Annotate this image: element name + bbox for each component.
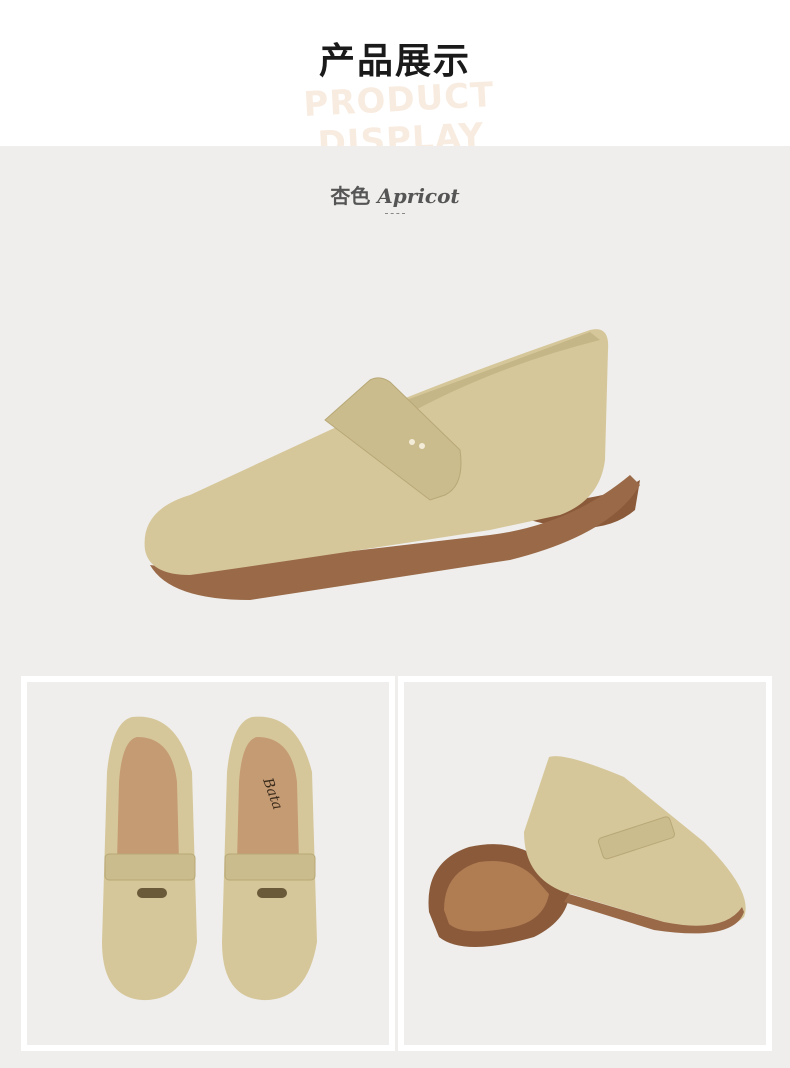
hero-shoe-image [130,310,650,620]
header-section: 产品展示 PRODUCT DISPLAY [0,0,790,164]
divider-dash [385,213,405,216]
color-name-cn: 杏色 [330,184,371,208]
sole-view-panel [398,676,772,1051]
color-name-en: Apricot [377,184,460,208]
color-label: 杏色 Apricot [0,180,790,209]
shoe-pair-top-view-illustration: Bata [102,716,317,1001]
shoe-side-view-illustration [144,329,640,600]
shoe-sole-and-side-illustration [428,756,746,947]
top-view-panel: Bata [21,676,395,1051]
section-title: 产品展示 [318,40,471,82]
